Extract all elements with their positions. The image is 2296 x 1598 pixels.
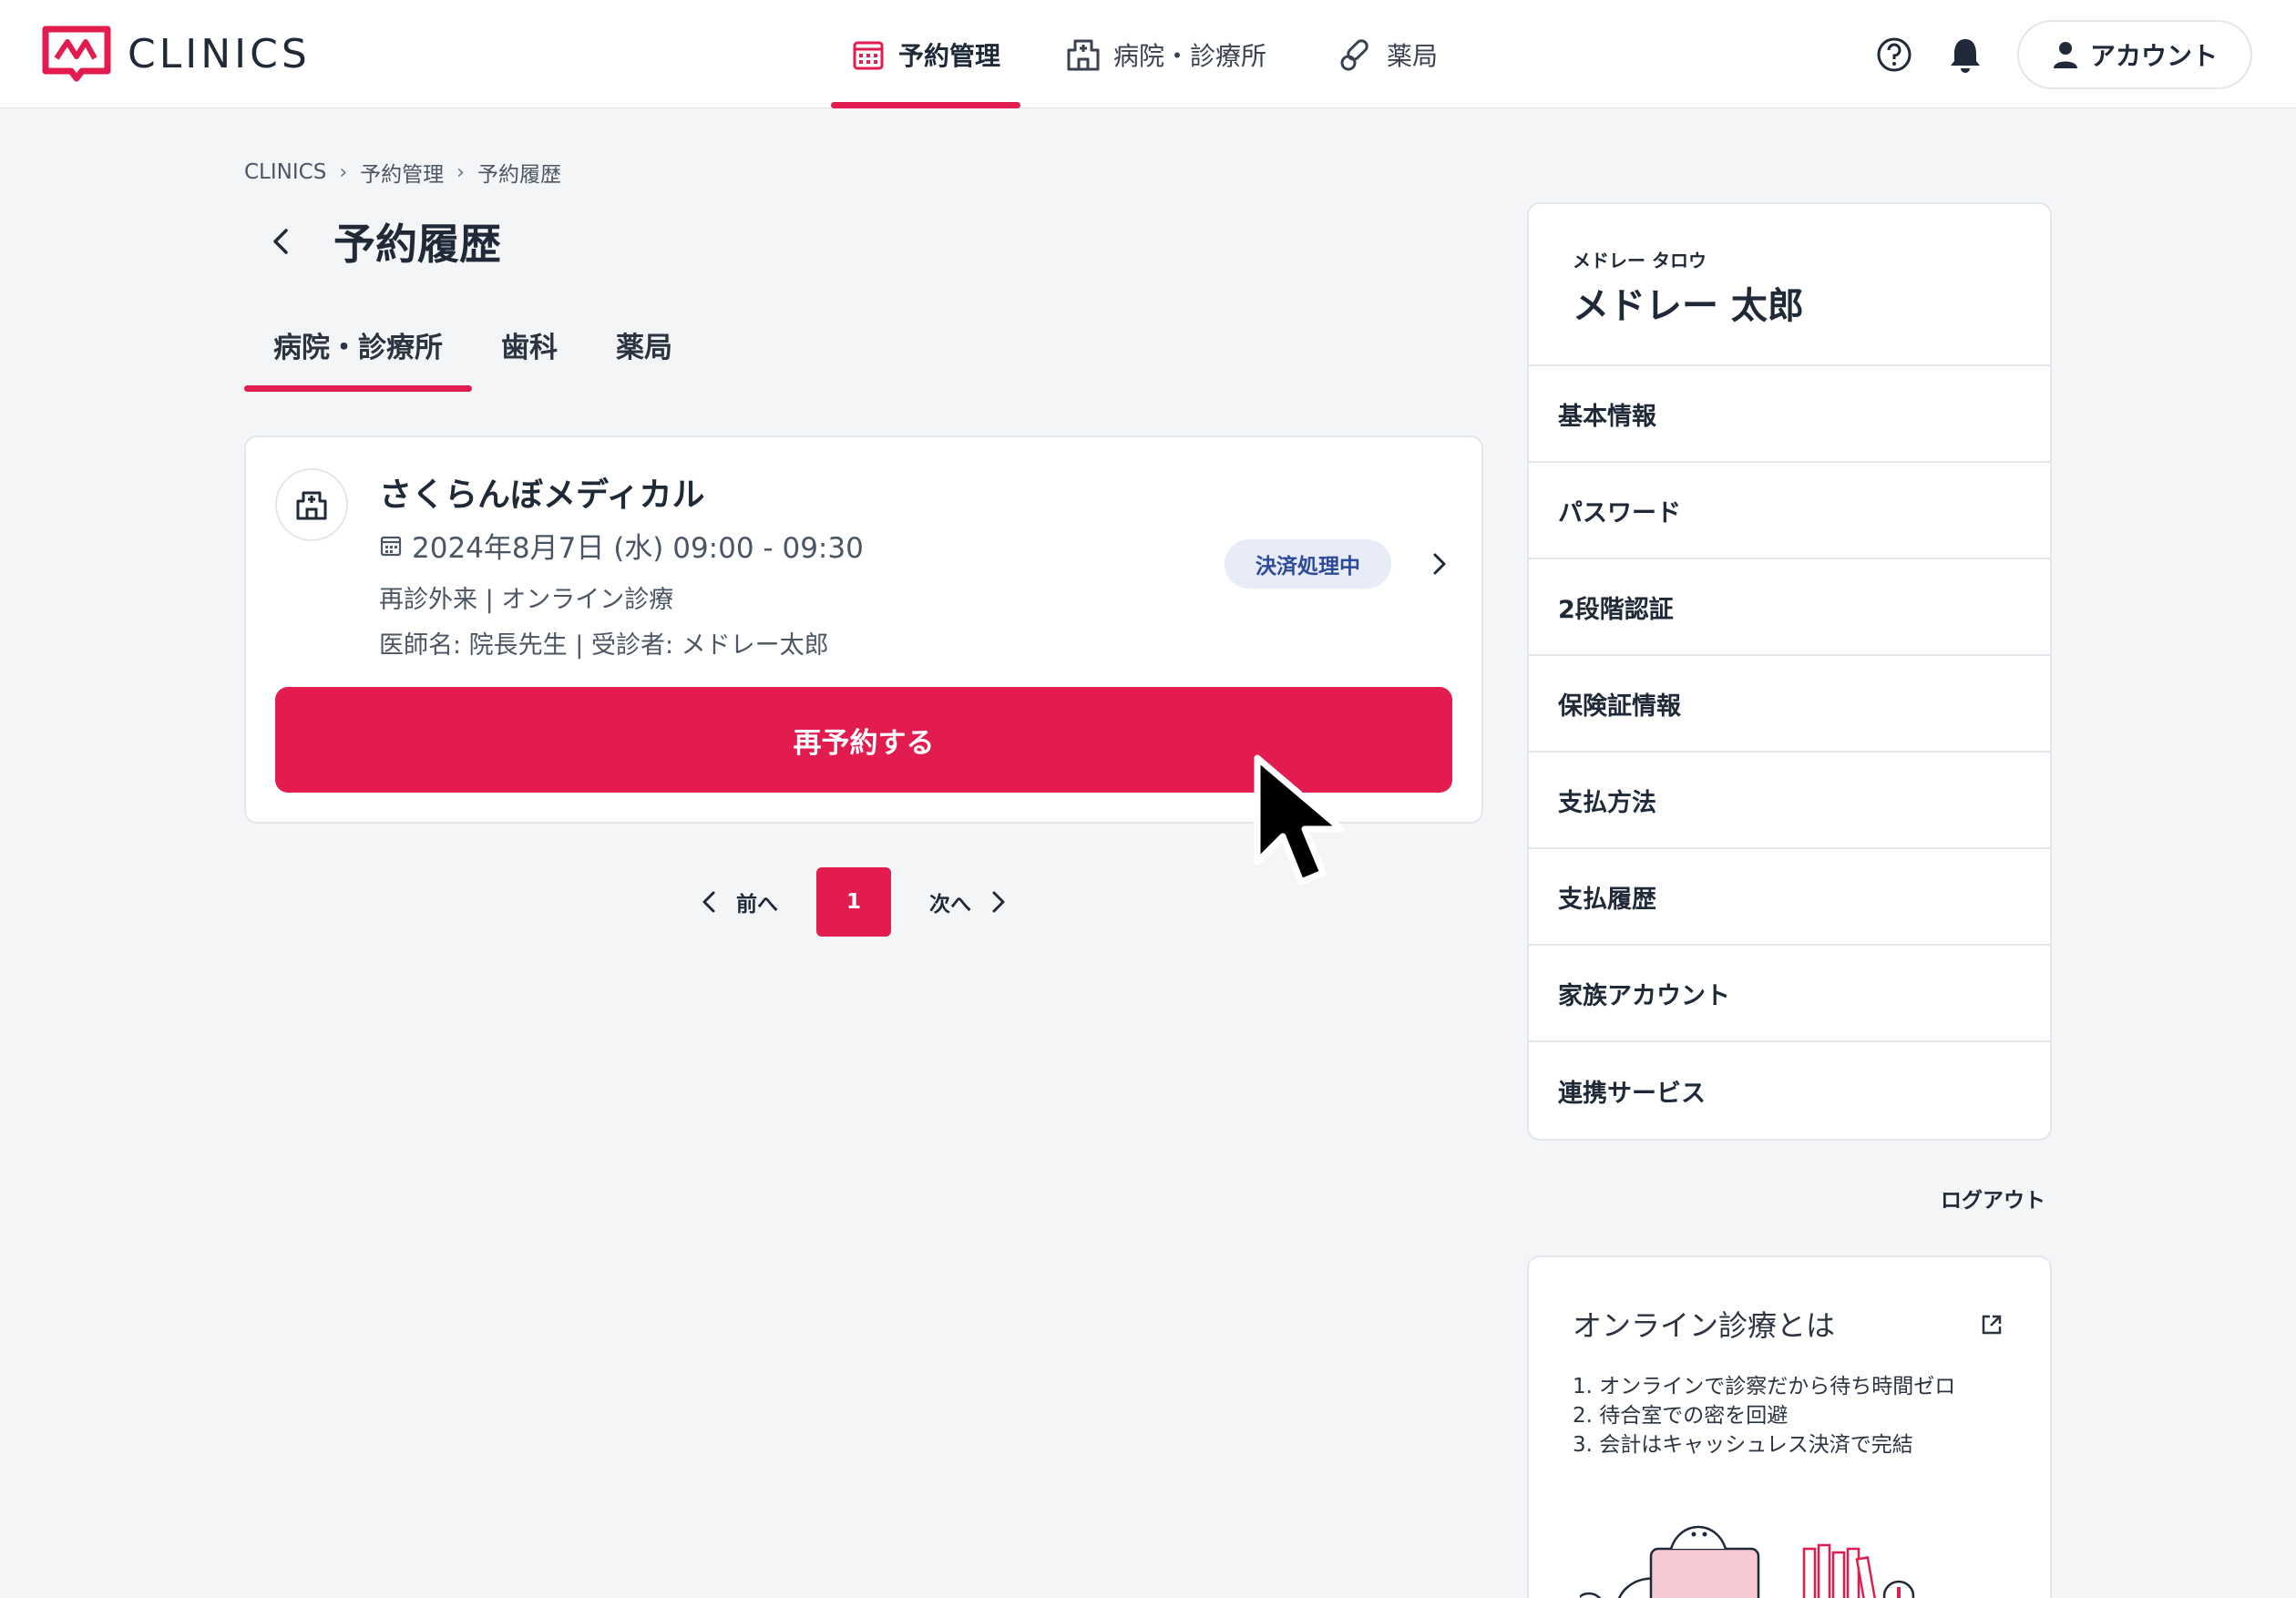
facility-name: さくらんぼメディカル bbox=[379, 476, 705, 514]
help-icon[interactable] bbox=[1875, 36, 1913, 74]
clinics-logo-icon bbox=[42, 26, 111, 82]
breadcrumb: CLINICS › 予約管理 › 予約履歴 bbox=[244, 157, 561, 188]
breadcrumb-item-current: 予約履歴 bbox=[477, 163, 561, 187]
sidebar-item-payment-method[interactable]: 支払方法 bbox=[1529, 753, 2050, 849]
chevron-left-icon bbox=[702, 891, 715, 913]
reservation-people: 医師名: 院長先生 | 受診者: メドレー太郎 bbox=[379, 631, 829, 660]
back-arrow-icon[interactable] bbox=[264, 221, 297, 261]
sidebar-item-basic-info[interactable]: 基本情報 bbox=[1529, 366, 2050, 463]
logout-link[interactable]: ログアウト bbox=[1941, 1183, 2045, 1214]
chevron-right-icon: › bbox=[339, 160, 348, 184]
breadcrumb-item[interactable]: 予約管理 bbox=[360, 157, 444, 188]
sidebar-item-family[interactable]: 家族アカウント bbox=[1529, 946, 2050, 1042]
pills-icon bbox=[1340, 38, 1368, 70]
prev-page-button[interactable]: 前へ bbox=[698, 886, 778, 917]
hospital-icon bbox=[1067, 39, 1100, 70]
tab-dental[interactable]: 歯科 bbox=[472, 321, 587, 392]
next-page-button[interactable]: 次へ bbox=[929, 886, 1010, 917]
pagination: 前へ 1 次へ bbox=[698, 867, 1010, 937]
nav-label: 予約管理 bbox=[898, 40, 1001, 71]
user-icon bbox=[2053, 42, 2077, 68]
reservation-type: 再診外来 | オンライン診療 bbox=[379, 586, 674, 614]
online-consult-info-card[interactable]: オンライン診療とは 1. オンラインで診察だから待ち時間ゼロ 2. 待合室での密… bbox=[1527, 1255, 2052, 1598]
next-label: 次へ bbox=[929, 893, 971, 917]
info-item: 2. 待合室での密を回避 bbox=[1573, 1404, 1789, 1428]
mouse-cursor-icon bbox=[1254, 754, 1345, 886]
nav-hospitals[interactable]: 病院・診療所 bbox=[1046, 0, 1286, 108]
calendar-icon bbox=[380, 536, 402, 556]
chevron-right-icon bbox=[992, 891, 1005, 913]
reservation-datetime: 2024年8月7日 (水) 09:00 - 09:30 bbox=[379, 525, 864, 566]
tab-hospitals[interactable]: 病院・診療所 bbox=[244, 321, 472, 392]
datetime-text: 2024年8月7日 (水) 09:00 - 09:30 bbox=[412, 532, 864, 565]
account-button[interactable]: アカウント bbox=[2016, 20, 2252, 89]
title-row: 予約履歴 bbox=[264, 211, 501, 271]
clinics-logo[interactable]: CLINICS bbox=[42, 26, 311, 82]
main-nav: 予約管理 病院・診療所 薬局 bbox=[831, 0, 1458, 108]
info-title: オンライン診療とは bbox=[1573, 1308, 1836, 1343]
online-consult-illustration bbox=[1580, 1525, 1915, 1598]
nav-label: 病院・診療所 bbox=[1113, 40, 1267, 71]
profile-name: メドレー 太郎 bbox=[1573, 285, 1804, 327]
chevron-right-icon: › bbox=[456, 160, 465, 184]
page-number-current[interactable]: 1 bbox=[816, 867, 891, 937]
info-list: 1. オンラインで診察だから待ち時間ゼロ 2. 待合室での密を回避 3. 会計は… bbox=[1573, 1372, 1955, 1460]
breadcrumb-item[interactable]: CLINICS bbox=[244, 160, 326, 184]
info-item: 3. 会計はキャッシュレス決済で完結 bbox=[1573, 1433, 1913, 1457]
sidebar-item-linked-services[interactable]: 連携サービス bbox=[1529, 1042, 2050, 1139]
header-actions: アカウント bbox=[1875, 20, 2252, 89]
hospital-icon bbox=[275, 468, 348, 541]
profile-kana: メドレー タロウ bbox=[1573, 250, 1707, 271]
nav-label: 薬局 bbox=[1387, 40, 1439, 71]
calendar-icon bbox=[853, 41, 884, 69]
sidebar-item-2fa[interactable]: 2段階認証 bbox=[1529, 559, 2050, 656]
tab-pharmacy[interactable]: 薬局 bbox=[587, 321, 702, 392]
account-label: アカウント bbox=[2089, 41, 2218, 71]
sidebar-item-insurance[interactable]: 保険証情報 bbox=[1529, 656, 2050, 753]
external-link-icon[interactable] bbox=[1979, 1312, 2004, 1337]
bell-icon[interactable] bbox=[1946, 36, 1984, 74]
nav-reservations[interactable]: 予約管理 bbox=[831, 0, 1021, 108]
status-badge: 決済処理中 bbox=[1225, 539, 1391, 589]
page-title: 予約履歴 bbox=[333, 220, 501, 269]
sidebar-item-payment-history[interactable]: 支払履歴 bbox=[1529, 849, 2050, 946]
chevron-right-icon[interactable] bbox=[1427, 547, 1452, 581]
category-tabs: 病院・診療所 歯科 薬局 bbox=[244, 321, 702, 392]
prev-label: 前へ bbox=[736, 893, 778, 917]
logo-text: CLINICS bbox=[128, 30, 311, 77]
account-sidebar: メドレー タロウ メドレー 太郎 基本情報 パスワード 2段階認証 保険証情報 … bbox=[1527, 202, 2052, 1141]
sidebar-item-password[interactable]: パスワード bbox=[1529, 463, 2050, 559]
info-item: 1. オンラインで診察だから待ち時間ゼロ bbox=[1573, 1375, 1956, 1398]
top-header: CLINICS 予約管理 病院・診療所 薬局 アカウント bbox=[0, 0, 2296, 108]
nav-pharmacy[interactable]: 薬局 bbox=[1319, 0, 1458, 108]
profile-summary: メドレー タロウ メドレー 太郎 bbox=[1529, 204, 2050, 366]
